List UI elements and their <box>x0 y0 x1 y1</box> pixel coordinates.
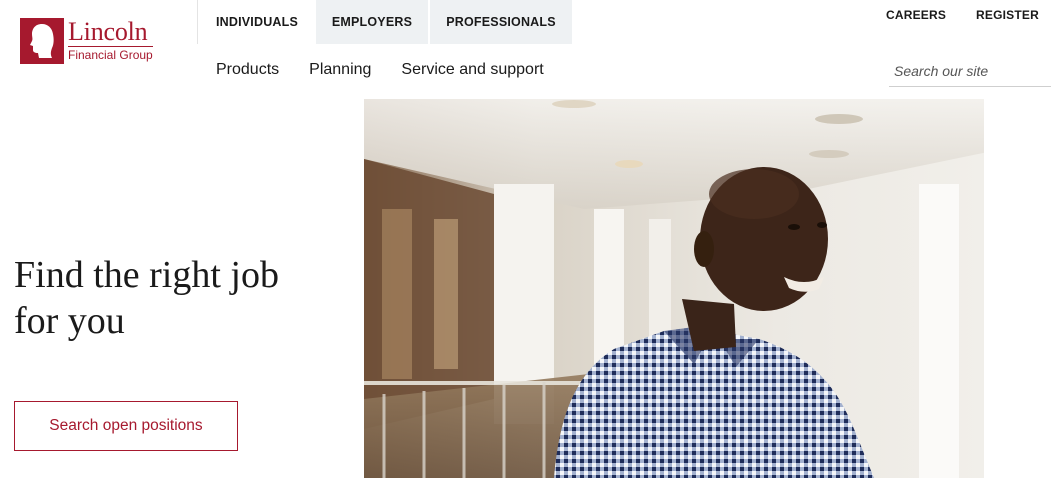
hero-image <box>364 99 1051 478</box>
search-input[interactable] <box>889 55 1051 87</box>
search-open-positions-button[interactable]: Search open positions <box>14 401 238 451</box>
main-nav: Products Planning Service and support <box>216 60 544 80</box>
tab-employers[interactable]: EMPLOYERS <box>316 0 428 44</box>
register-link[interactable]: REGISTER <box>976 8 1039 22</box>
nav-products[interactable]: Products <box>216 60 279 80</box>
lincoln-silhouette-icon <box>20 18 64 64</box>
lincoln-logo[interactable]: Lincoln Financial Group <box>20 18 180 70</box>
audience-tabs: INDIVIDUALS EMPLOYERS PROFESSIONALS <box>198 0 572 44</box>
tab-professionals[interactable]: PROFESSIONALS <box>430 0 572 44</box>
logo-wordmark: Lincoln <box>68 17 148 46</box>
nav-service-and-support[interactable]: Service and support <box>401 60 543 80</box>
hero-title-line-2: for you <box>14 300 125 342</box>
utility-nav: CAREERS REGISTER <box>886 8 1039 22</box>
nav-planning[interactable]: Planning <box>309 60 371 80</box>
careers-link[interactable]: CAREERS <box>886 8 946 22</box>
hero-title: Find the right job for you <box>14 252 354 344</box>
tab-individuals[interactable]: INDIVIDUALS <box>198 0 316 44</box>
hero-title-line-1: Find the right job <box>14 254 279 296</box>
logo-subtitle: Financial Group <box>68 46 153 62</box>
